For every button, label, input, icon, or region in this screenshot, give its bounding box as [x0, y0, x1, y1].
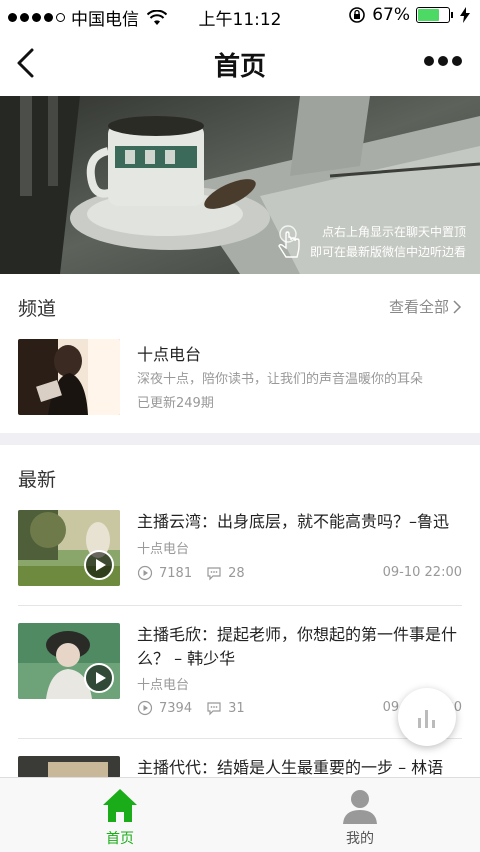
- comment-count: 31: [228, 700, 245, 716]
- page-title: 首页: [213, 52, 266, 82]
- channel-thumbnail[interactable]: [18, 339, 120, 415]
- channel-description: 深夜十点，陪你读书，让我们的声音温暖你的耳朵: [137, 372, 424, 387]
- section-title-latest: 最新: [18, 469, 57, 491]
- tab-home-label: 首页: [106, 831, 134, 847]
- play-icon[interactable]: [84, 663, 114, 693]
- channel-section-header: 频道 查看全部: [18, 294, 462, 324]
- play-count: 7394: [159, 700, 193, 716]
- chevron-right-icon: [453, 299, 462, 314]
- episode-date: 09-10 22:00: [382, 565, 462, 580]
- nav-bar: 首页: [0, 32, 480, 96]
- battery-percent: 67%: [372, 5, 410, 25]
- more-menu-icon[interactable]: [424, 56, 462, 66]
- episode-thumbnail[interactable]: [18, 756, 120, 778]
- charging-icon: [460, 7, 470, 23]
- episode-source: 十点电台: [137, 542, 190, 557]
- latest-section-header: 最新: [18, 465, 462, 495]
- section-divider: [0, 433, 480, 445]
- audio-player-button[interactable]: [398, 688, 456, 746]
- see-all-label: 查看全部: [388, 298, 449, 316]
- comment-icon: [207, 567, 221, 581]
- orientation-lock-icon: [349, 7, 366, 23]
- equalizer-icon: [418, 710, 435, 728]
- section-title-channels: 频道: [18, 298, 57, 320]
- episode-meta: 7181 28: [137, 565, 245, 581]
- episode-meta: 7394 31: [137, 700, 245, 716]
- channel-name[interactable]: 十点电台: [137, 341, 201, 365]
- episode-source: 十点电台: [137, 678, 190, 693]
- tab-home[interactable]: 首页: [0, 778, 240, 852]
- list-divider: [18, 605, 462, 606]
- comment-icon: [207, 702, 221, 716]
- channel-update-count: 已更新249期: [137, 396, 214, 411]
- episode-thumbnail[interactable]: [18, 623, 120, 699]
- list-divider: [18, 738, 462, 739]
- user-icon: [343, 790, 377, 824]
- tab-mine-label: 我的: [346, 831, 374, 847]
- see-all-link[interactable]: 查看全部: [389, 296, 462, 317]
- banner[interactable]: 点右上角显示在聊天中置顶 即可在最新版微信中边听边看: [0, 96, 480, 274]
- episode-title[interactable]: 主播云湾：出身底层，就不能高贵吗？–鲁迅: [137, 510, 462, 534]
- home-icon: [103, 789, 137, 822]
- status-bar: 中国电信 上午11:12 67%: [0, 0, 480, 32]
- battery-icon: [416, 7, 453, 23]
- banner-hint-line2: 即可在最新版微信中边听边看: [309, 245, 466, 259]
- banner-hint: 点右上角显示在聊天中置顶 即可在最新版微信中边听边看: [310, 222, 466, 262]
- tab-bar: 首页 我的: [0, 777, 480, 852]
- play-icon[interactable]: [84, 550, 114, 580]
- episode-thumbnail[interactable]: [18, 510, 120, 586]
- play-count-icon: [137, 565, 153, 581]
- play-count: 7181: [159, 565, 193, 581]
- play-count-icon: [137, 700, 153, 716]
- episode-title[interactable]: 主播毛欣：提起老师，你想起的第一件事是什么？ – 韩少华: [137, 623, 462, 671]
- tab-mine[interactable]: 我的: [240, 778, 480, 852]
- hand-tap-icon: [278, 225, 300, 258]
- comment-count: 28: [228, 565, 245, 581]
- banner-hint-line1: 点右上角显示在聊天中置顶: [321, 225, 466, 239]
